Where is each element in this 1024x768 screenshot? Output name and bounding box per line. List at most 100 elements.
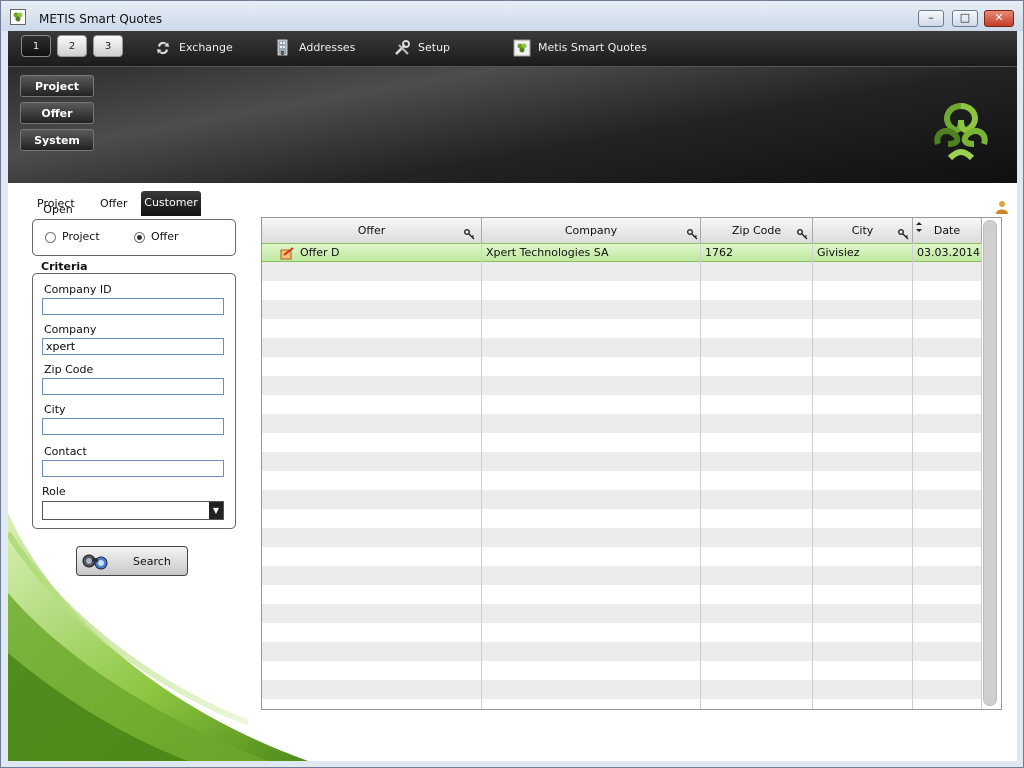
empty-row (262, 357, 982, 376)
column-header-city-label: City (851, 224, 874, 237)
addresses-label: Addresses (299, 41, 356, 54)
addresses-button[interactable]: Addresses (274, 39, 355, 57)
app-logo-icon (10, 9, 26, 25)
side-nav-system[interactable]: System (20, 129, 94, 151)
empty-row (262, 547, 982, 566)
window-title: METIS Smart Quotes (39, 12, 163, 26)
user-icon (995, 200, 1009, 217)
maximize-button[interactable]: □ (952, 10, 978, 27)
column-header-offer[interactable]: Offer (262, 218, 482, 243)
zip-code-label: Zip Code (44, 363, 94, 376)
addresses-icon (274, 39, 292, 57)
table-row[interactable]: Offer D Xpert Technologies SA 1762 Givisiez… (262, 243, 982, 262)
contact-label: Contact (44, 445, 87, 458)
column-header-company[interactable]: Company (482, 218, 701, 243)
criteria-heading: Criteria (41, 260, 88, 273)
city-input[interactable] (42, 418, 224, 435)
empty-row (262, 395, 982, 414)
subtab-project[interactable]: Project (37, 197, 75, 210)
empty-row (262, 566, 982, 585)
offer-document-icon (280, 247, 294, 260)
column-divider (912, 243, 913, 709)
empty-row (262, 585, 982, 604)
workspace-1-button[interactable]: 1 (21, 35, 51, 57)
empty-row (262, 490, 982, 509)
setup-label: Setup (418, 41, 451, 54)
chevron-down-icon[interactable]: ▼ (209, 502, 223, 519)
workspace-2-button[interactable]: 2 (57, 35, 87, 57)
company-input[interactable] (42, 338, 224, 355)
cell-offer-text: Offer D (300, 246, 340, 259)
empty-row (262, 509, 982, 528)
company-id-label: Company ID (44, 283, 112, 296)
search-button-label: Search (133, 555, 171, 568)
empty-row (262, 604, 982, 623)
column-divider (481, 243, 482, 709)
contact-input[interactable] (42, 460, 224, 477)
empty-row (262, 661, 982, 680)
exchange-label: Exchange (179, 41, 233, 54)
search-button[interactable]: Search (76, 546, 188, 576)
exchange-button[interactable]: Exchange (154, 39, 233, 57)
vertical-scrollbar[interactable] (983, 220, 997, 706)
radio-offer[interactable]: Offer (134, 230, 179, 243)
cell-date: 03.03.2014 (917, 246, 980, 259)
empty-row (262, 262, 982, 281)
column-divider (812, 243, 813, 709)
radio-offer-label: Offer (151, 230, 179, 243)
metis-smart-quotes-button[interactable]: Metis Smart Quotes (513, 39, 647, 57)
exchange-icon (154, 39, 172, 57)
role-label: Role (42, 485, 66, 498)
zip-code-input[interactable] (42, 378, 224, 395)
metis-logo (928, 100, 994, 169)
close-button[interactable]: ✕ (984, 10, 1014, 27)
radio-project-indicator[interactable] (45, 231, 56, 243)
subtab-customer[interactable]: Customer (141, 191, 201, 216)
subtab-offer[interactable]: Offer (100, 197, 128, 210)
radio-project[interactable]: Project (45, 230, 100, 243)
metis-logo-icon (513, 39, 531, 57)
results-grid: Offer Company Zip Code City Date Offer D… (261, 217, 1002, 710)
cell-offer: Offer D (262, 244, 481, 263)
empty-row (262, 623, 982, 642)
empty-row (262, 319, 982, 338)
column-header-zip-code[interactable]: Zip Code (701, 218, 813, 243)
setup-button[interactable]: Setup (393, 39, 450, 57)
app-window: METIS Smart Quotes – □ ✕ 1 2 3 Exchange … (0, 0, 1024, 768)
header-banner: Project Offer System John Smith Open Pro… (8, 67, 1017, 220)
top-toolbar: 1 2 3 Exchange Addresses Setup Metis Sma… (8, 31, 1017, 67)
metis-smart-quotes-label: Metis Smart Quotes (538, 41, 647, 54)
empty-row (262, 452, 982, 471)
search-type-group: Project Offer (32, 219, 236, 256)
cell-zip: 1762 (705, 246, 733, 259)
column-header-zip-code-label: Zip Code (731, 224, 782, 237)
setup-icon (393, 39, 411, 57)
minimize-icon: – (928, 11, 934, 24)
current-user[interactable]: John Smith (924, 200, 1009, 217)
empty-row (262, 433, 982, 452)
company-label: Company (44, 323, 97, 336)
column-header-city[interactable]: City (813, 218, 913, 243)
sort-icon[interactable] (915, 218, 923, 241)
column-divider (700, 243, 701, 709)
workspace-3-button[interactable]: 3 (93, 35, 123, 57)
empty-row (262, 300, 982, 319)
side-nav-project[interactable]: Project (20, 75, 94, 97)
empty-row (262, 680, 982, 699)
minimize-button[interactable]: – (918, 10, 944, 27)
radio-offer-indicator[interactable] (134, 231, 145, 243)
grid-header: Offer Company Zip Code City Date (262, 218, 982, 244)
criteria-panel: Company ID Company Zip Code City Contact… (32, 273, 236, 529)
role-select[interactable]: ▼ (42, 501, 224, 520)
binoculars-icon (81, 551, 111, 574)
app-content: 1 2 3 Exchange Addresses Setup Metis Sma… (8, 31, 1017, 761)
empty-row (262, 281, 982, 300)
column-header-date-label: Date (933, 224, 961, 237)
user-name: John Smith (924, 201, 984, 215)
column-header-company-label: Company (564, 224, 618, 237)
column-header-date[interactable]: Date (913, 218, 982, 243)
company-id-input[interactable] (42, 298, 224, 315)
empty-row (262, 376, 982, 395)
maximize-icon: □ (959, 11, 971, 24)
side-nav-offer[interactable]: Offer (20, 102, 94, 124)
